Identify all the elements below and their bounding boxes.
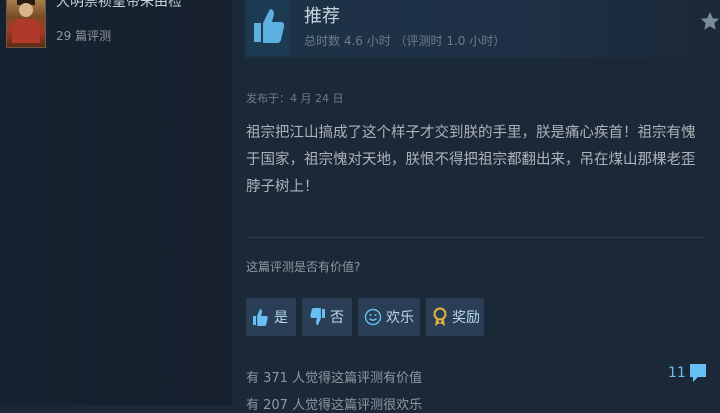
smiley-icon: [364, 308, 382, 326]
author-reviews-count[interactable]: 29 篇评测: [56, 27, 111, 44]
comments-button[interactable]: 11: [668, 362, 708, 384]
comments-count: 11: [668, 365, 686, 381]
helpful-question: 这篇评测是否有价值?: [246, 260, 361, 274]
vote-yes-button[interactable]: 是: [246, 298, 296, 336]
thumbs-up-icon: [254, 9, 285, 43]
divider: [246, 237, 706, 238]
recommendation-header: 推荐 总时数 4.6 小时 （评测时 1.0 小时）: [244, 0, 720, 58]
vote-no-label: 否: [330, 310, 344, 326]
review-body: 祖宗把江山搞成了这个样子才交到朕的手里，朕是痛心疾首！祖宗有愧于国家，祖宗愧对天…: [246, 125, 696, 195]
comment-bubble-icon: [689, 364, 706, 382]
thumbs-down-icon: [310, 308, 325, 325]
author-name[interactable]: 大明崇祯皇帝朱由检: [56, 0, 182, 11]
award-label: 奖励: [452, 310, 480, 326]
helpful-count: 有 371 人觉得这篇评测有价值: [246, 371, 423, 386]
thumbs-up-icon: [253, 309, 268, 326]
review-main: 推荐 总时数 4.6 小时 （评测时 1.0 小时） 发布于：4 月 24 日 …: [232, 0, 720, 413]
playtime-hours: 总时数 4.6 小时 （评测时 1.0 小时）: [304, 34, 506, 48]
author-panel: 大明崇祯皇帝朱由检 29 篇评测: [0, 0, 232, 405]
thumbs-up-box: [246, 0, 290, 56]
funny-count: 有 207 人觉得这篇评测很欢乐: [246, 398, 423, 413]
vote-funny-button[interactable]: 欢乐: [358, 298, 420, 336]
vote-no-button[interactable]: 否: [302, 298, 352, 336]
vote-yes-label: 是: [274, 310, 288, 326]
star-icon[interactable]: [699, 10, 720, 32]
award-button[interactable]: 奖励: [426, 298, 484, 336]
avatar-face: [19, 3, 33, 17]
avatar[interactable]: [6, 0, 46, 48]
recommendation-title: 推荐: [304, 6, 340, 27]
posted-date: 发布于：4 月 24 日: [246, 92, 344, 105]
vote-funny-label: 欢乐: [386, 310, 414, 326]
avatar-robe: [12, 19, 40, 43]
award-ribbon-icon: [433, 307, 447, 326]
